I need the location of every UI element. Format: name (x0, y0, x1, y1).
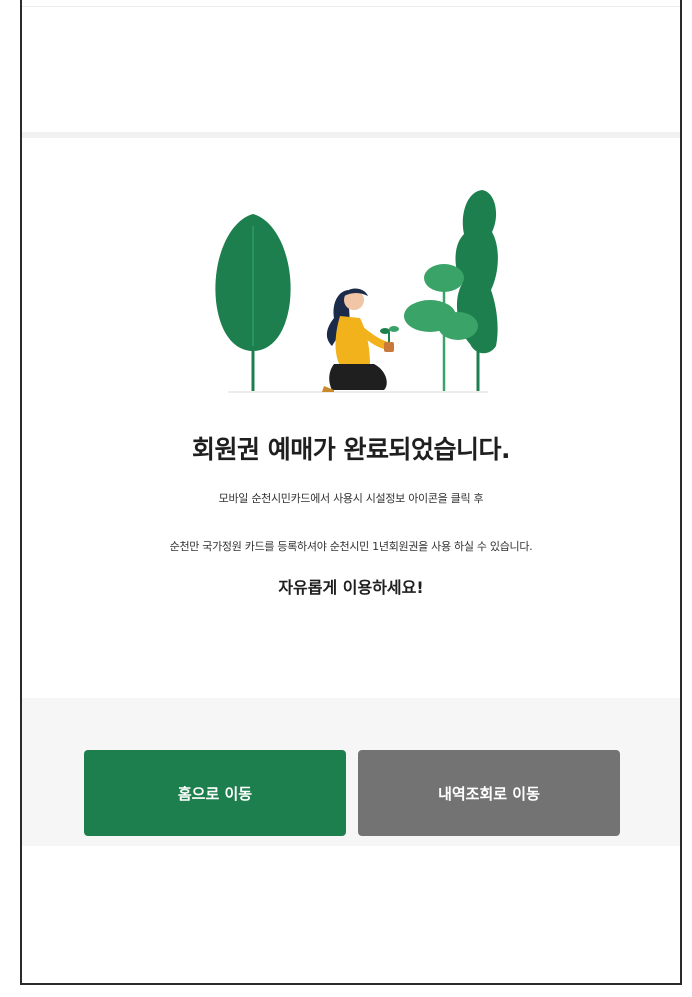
woman-figure-icon (322, 288, 399, 392)
completion-content: 회원권 예매가 완료되었습니다. 모바일 순천시민카드에서 사용시 시설정보 아… (22, 138, 680, 698)
bottom-blank-area (22, 846, 680, 983)
go-history-button[interactable]: 내역조회로 이동 (358, 750, 620, 836)
gardening-illustration (215, 190, 498, 393)
enjoy-message: 자유롭게 이용하세요! (278, 578, 424, 597)
instruction-line-2: 순천만 국가정원 카드를 등록하셔야 순천시민 1년회원권을 사용 하실 수 있… (169, 540, 533, 553)
completion-title: 회원권 예매가 완료되었습니다. (192, 435, 510, 464)
app-frame: 회원권 예매가 완료되었습니다. 모바일 순천시민카드에서 사용시 시설정보 아… (20, 0, 682, 985)
tree-tall-right-icon (455, 190, 498, 391)
go-home-button[interactable]: 홈으로 이동 (84, 750, 346, 836)
tree-left-icon (215, 214, 291, 391)
action-button-area: 홈으로 이동 내역조회로 이동 (22, 698, 680, 846)
instruction-line-1: 모바일 순천시민카드에서 사용시 시설정보 아이콘을 클릭 후 (218, 492, 484, 505)
top-section (22, 0, 680, 134)
top-card-edge (22, 0, 680, 7)
